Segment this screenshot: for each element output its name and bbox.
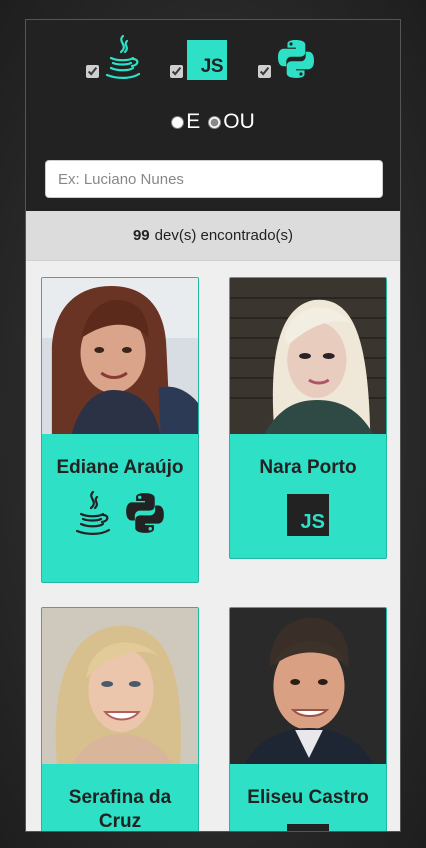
logic-and-radio[interactable] [171, 115, 185, 129]
tech-filter-row: JS [26, 34, 400, 80]
python-icon [278, 40, 314, 78]
java-icon [105, 34, 141, 79]
dev-name: Ediane Araújo [56, 457, 184, 478]
dev-card[interactable]: Nara Porto JS [229, 277, 387, 559]
logic-and-label: E [186, 110, 201, 133]
javascript-icon: JS [187, 40, 227, 80]
dev-name: Eliseu Castro [247, 787, 369, 808]
dev-photo [42, 278, 198, 434]
tech-filter-java[interactable] [86, 34, 141, 80]
python-checkbox[interactable] [258, 65, 271, 78]
dev-name: Serafina da Cruz [68, 787, 172, 832]
dev-tech-icons [230, 824, 386, 831]
logic-or-option[interactable]: OU [208, 110, 255, 134]
logic-and-option[interactable]: E [171, 110, 200, 134]
results-count-number: 99 [132, 227, 150, 244]
javascript-icon-label: JS [300, 511, 325, 533]
results-count-text: dev(s) encontrado(s) [154, 227, 294, 244]
python-icon [126, 493, 164, 533]
filter-header: JS E OU [26, 20, 400, 211]
search-input[interactable] [45, 160, 383, 198]
dev-card[interactable]: Ediane Araújo [41, 277, 199, 583]
app-window: JS E OU Ex: Luciano Nunes 99 dev(s) enco… [25, 19, 401, 832]
dev-card[interactable]: Eliseu Castro [229, 607, 387, 831]
dev-photo [230, 608, 386, 764]
dev-photo [230, 278, 386, 434]
javascript-icon: JS [287, 494, 329, 536]
dev-tech-icons: JS [230, 494, 386, 536]
logic-selector: E OU [26, 110, 400, 134]
dev-name: Nara Porto [259, 457, 357, 478]
javascript-icon-label: JS [200, 56, 224, 77]
javascript-checkbox[interactable] [170, 65, 183, 78]
dev-card[interactable]: Serafina da Cruz [41, 607, 199, 832]
results-count-bar: 99 dev(s) encontrado(s) [26, 211, 400, 261]
javascript-icon [287, 824, 329, 831]
logic-or-radio[interactable] [208, 115, 222, 129]
logic-or-label: OU [223, 110, 255, 133]
java-icon [75, 490, 111, 535]
tech-filter-python[interactable] [258, 34, 317, 80]
dev-tech-icons [42, 490, 198, 536]
tech-filter-javascript[interactable]: JS [170, 34, 227, 80]
java-checkbox[interactable] [86, 65, 99, 78]
dev-photo [42, 608, 198, 764]
